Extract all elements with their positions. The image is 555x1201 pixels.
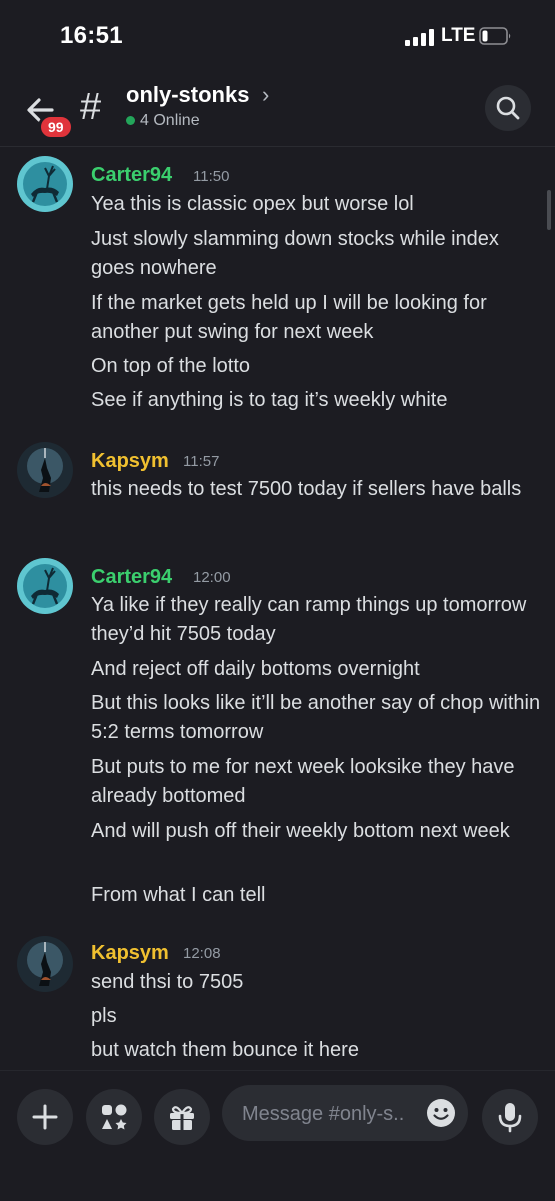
online-status-dot xyxy=(126,116,135,125)
message-timestamp: 12:00 xyxy=(193,569,231,586)
search-icon xyxy=(496,96,520,120)
message-text: On top of the lotto xyxy=(91,355,250,377)
message-text: And will push off their weekly bottom ne… xyxy=(91,820,510,842)
avatar[interactable] xyxy=(17,558,73,614)
message-input[interactable] xyxy=(240,1085,424,1143)
status-bar: 16:51 LTE xyxy=(0,0,555,70)
message-input-container[interactable] xyxy=(222,1085,468,1143)
message-text: And reject off daily bottoms overnight xyxy=(91,658,420,680)
message-composer xyxy=(0,1070,555,1201)
channel-header: 99 # only-stonks › 4 Online xyxy=(0,70,555,147)
message-text: send thsi to 7505 xyxy=(91,971,244,993)
message-author[interactable]: Carter94 xyxy=(91,164,172,187)
message-author[interactable]: Carter94 xyxy=(91,566,172,589)
apps-button[interactable] xyxy=(86,1089,142,1145)
plus-icon xyxy=(32,1104,58,1130)
apps-icon xyxy=(102,1104,127,1130)
message-text: but watch them bounce it here xyxy=(91,1039,359,1061)
microphone-icon xyxy=(498,1103,522,1133)
status-time: 16:51 xyxy=(60,22,123,49)
channel-hash-icon: # xyxy=(80,86,102,128)
online-count: 4 Online xyxy=(140,112,200,129)
voice-message-button[interactable] xyxy=(482,1089,538,1145)
battery-icon xyxy=(479,27,511,45)
message-text: From what I can tell xyxy=(91,884,266,906)
chevron-right-icon[interactable]: › xyxy=(262,82,269,108)
avatar[interactable] xyxy=(17,936,73,992)
message-author[interactable]: Kapsym xyxy=(91,942,169,965)
message-text: Ya like if they really can ramp things u… xyxy=(91,594,527,645)
message-text: If the market gets held up I will be loo… xyxy=(91,292,487,343)
gift-icon xyxy=(170,1106,194,1130)
message-list[interactable]: Carter94 11:50 Yea this is classic opex … xyxy=(0,146,555,1070)
message-text: But puts to me for next week looksike th… xyxy=(91,756,515,807)
avatar[interactable] xyxy=(17,156,73,212)
signal-icon xyxy=(405,29,435,46)
message-text: pls xyxy=(91,1005,117,1027)
network-label: LTE xyxy=(441,25,476,46)
message-timestamp: 11:50 xyxy=(193,168,230,185)
add-attachment-button[interactable] xyxy=(17,1089,73,1145)
message-text: But this looks like it’ll be another say… xyxy=(91,692,541,743)
message-author[interactable]: Kapsym xyxy=(91,450,169,473)
message-timestamp: 12:08 xyxy=(183,945,221,962)
message-text: this needs to test 7500 today if sellers… xyxy=(91,478,522,500)
message-timestamp: 11:57 xyxy=(183,453,220,470)
unread-badge: 99 xyxy=(38,114,74,140)
message-text: See if anything is to tag it’s weekly wh… xyxy=(91,389,448,411)
search-button[interactable] xyxy=(485,85,531,131)
message-text: Just slowly slamming down stocks while i… xyxy=(91,228,499,279)
gift-button[interactable] xyxy=(154,1089,210,1145)
message-text: Yea this is classic opex but worse lol xyxy=(91,193,414,215)
scrollbar[interactable] xyxy=(547,190,551,230)
avatar[interactable] xyxy=(17,442,73,498)
emoji-icon[interactable] xyxy=(426,1098,456,1128)
channel-name[interactable]: only-stonks xyxy=(126,82,249,108)
